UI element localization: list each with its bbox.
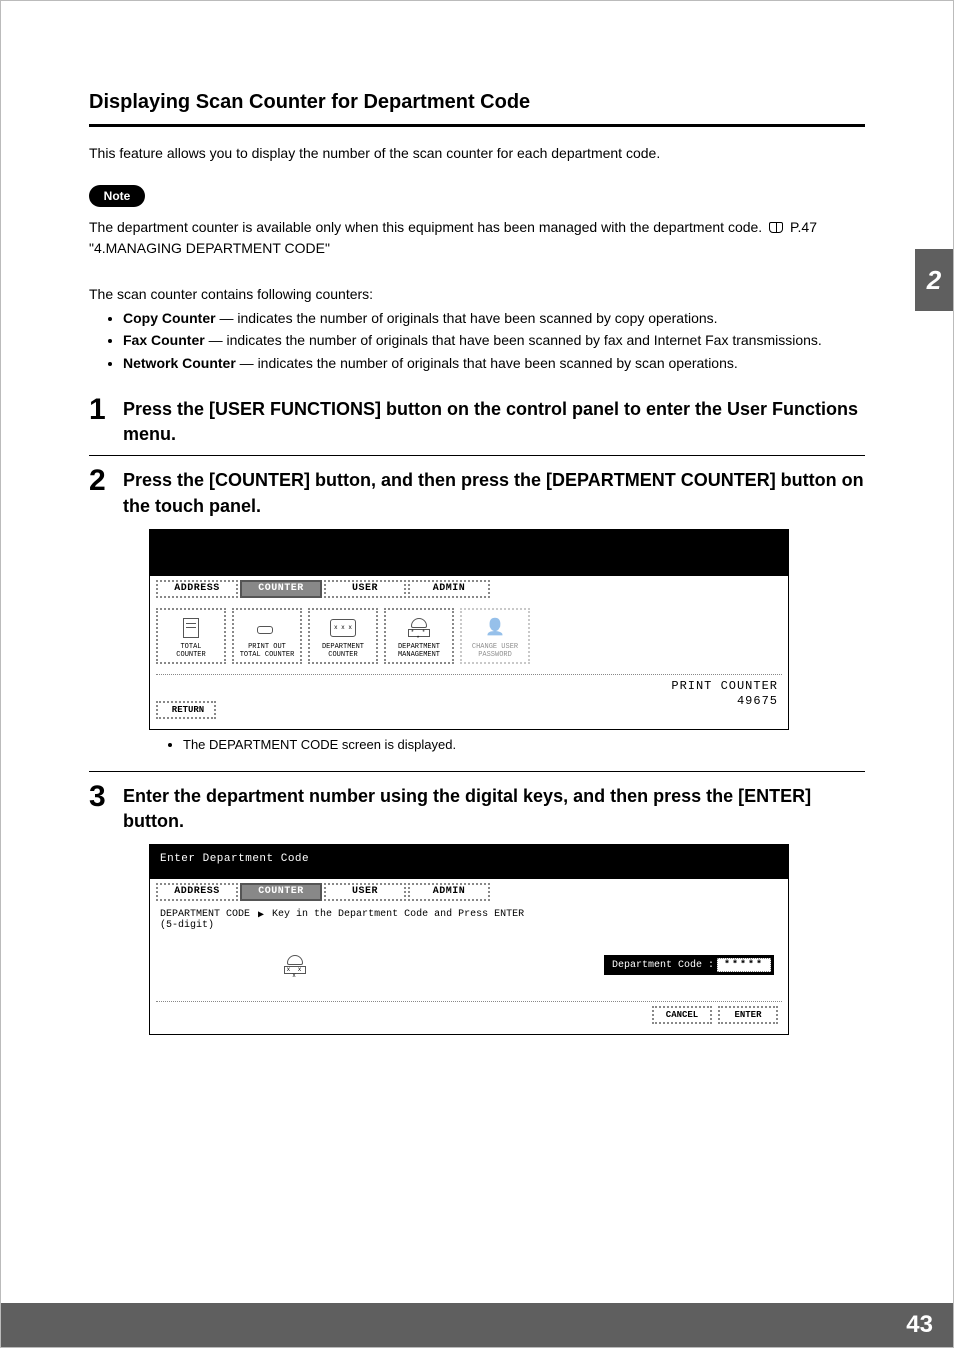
step-1: 1 Press the [USER FUNCTIONS] button on t… (89, 395, 865, 447)
arrow-icon: ▶ (258, 909, 264, 931)
panel2-tabs: ADDRESS COUNTER USER ADMIN (150, 879, 788, 905)
step-rule-2 (89, 771, 865, 772)
tab-admin-2[interactable]: ADMIN (408, 883, 490, 901)
counters-lead: The scan counter contains following coun… (89, 284, 865, 304)
tab-user[interactable]: USER (324, 580, 406, 598)
cell-change-user-password: 👤 CHANGE USER PASSWORD (460, 608, 530, 664)
department-code-field[interactable]: Department Code : ***** (604, 955, 774, 975)
book-icon (769, 222, 783, 233)
touch-panel-counter-screen: ADDRESS COUNTER USER ADMIN TOTAL COUNTER… (149, 529, 789, 730)
panel-cells: TOTAL COUNTER PRINT OUT TOTAL COUNTER DE… (150, 602, 788, 674)
counter-item-network: Network Counter — indicates the number o… (123, 353, 865, 373)
user-icon: 👤 (485, 620, 505, 636)
panel-footer: RETURN PRINT COUNTER 49675 (150, 675, 788, 729)
counter-item-fax: Fax Counter — indicates the number of or… (123, 330, 865, 350)
cell-department-management[interactable]: * * * DEPARTMENT MANAGEMENT (384, 608, 454, 664)
dept-input-area: x x x Department Code : ***** (150, 935, 788, 1001)
page-frame: Displaying Scan Counter for Department C… (0, 0, 954, 1348)
keypad-glyph: x x x (270, 951, 320, 979)
panel-black-strip (150, 530, 788, 576)
step-1-text: Press the [USER FUNCTIONS] button on the… (123, 395, 865, 447)
tab-admin[interactable]: ADMIN (408, 580, 490, 598)
hint-label: DEPARTMENT CODE (5-digit) (160, 909, 250, 931)
step-2-substeps: The DEPARTMENT CODE screen is displayed. (149, 736, 865, 755)
heading-rule (89, 124, 865, 127)
note-badge: Note (89, 185, 145, 207)
field-label: Department Code : (612, 960, 714, 971)
hint-text: Key in the Department Code and Press ENT… (272, 909, 524, 931)
tab-user-2[interactable]: USER (324, 883, 406, 901)
panel2-footer: CANCEL ENTER (150, 1002, 788, 1034)
section-heading: Displaying Scan Counter for Department C… (89, 91, 865, 114)
note-text-main: The department counter is available only… (89, 219, 762, 235)
page-footer: 43 (1, 1303, 953, 1347)
step-2-text: Press the [COUNTER] button, and then pre… (123, 466, 865, 518)
step-2-sub-1: The DEPARTMENT CODE screen is displayed. (183, 736, 865, 755)
tab-address[interactable]: ADDRESS (156, 580, 238, 598)
step-2: 2 Press the [COUNTER] button, and then p… (89, 466, 865, 518)
cell-print-out-total[interactable]: PRINT OUT TOTAL COUNTER (232, 608, 302, 664)
print-counter-readout: PRINT COUNTER 49675 (671, 679, 778, 710)
cancel-button[interactable]: CANCEL (652, 1006, 712, 1024)
counters-list: Copy Counter — indicates the number of o… (89, 308, 865, 373)
panel2-hint: DEPARTMENT CODE (5-digit) ▶ Key in the D… (150, 905, 788, 935)
cell-department-counter[interactable]: DEPARTMENT COUNTER (308, 608, 378, 664)
step-2-number: 2 (89, 466, 123, 518)
panel2-title: Enter Department Code (150, 845, 788, 879)
return-button[interactable]: RETURN (156, 701, 216, 719)
chapter-tab: 2 (915, 249, 953, 311)
tab-counter-2[interactable]: COUNTER (240, 883, 322, 901)
touch-panel-enter-code-screen: Enter Department Code ADDRESS COUNTER US… (149, 844, 789, 1035)
note-text: The department counter is available only… (89, 217, 865, 258)
step-3: 3 Enter the department number using the … (89, 782, 865, 834)
document-icon (183, 618, 199, 638)
printer-icon (255, 618, 279, 638)
enter-button[interactable]: ENTER (718, 1006, 778, 1024)
tab-address-2[interactable]: ADDRESS (156, 883, 238, 901)
content-area: Displaying Scan Counter for Department C… (89, 91, 865, 1035)
tab-counter[interactable]: COUNTER (240, 580, 322, 598)
code-mask: ***** (717, 958, 771, 972)
step-3-text: Enter the department number using the di… (123, 782, 865, 834)
intro-paragraph: This feature allows you to display the n… (89, 143, 865, 163)
panel-tabs: ADDRESS COUNTER USER ADMIN (150, 576, 788, 602)
page-number: 43 (906, 1311, 933, 1339)
step-1-number: 1 (89, 395, 123, 447)
cell-total-counter[interactable]: TOTAL COUNTER (156, 608, 226, 664)
step-rule-1 (89, 455, 865, 456)
counter-item-copy: Copy Counter — indicates the number of o… (123, 308, 865, 328)
keypad-icon: * * * (405, 618, 433, 638)
keypad-list-icon (330, 619, 356, 637)
step-3-number: 3 (89, 782, 123, 834)
